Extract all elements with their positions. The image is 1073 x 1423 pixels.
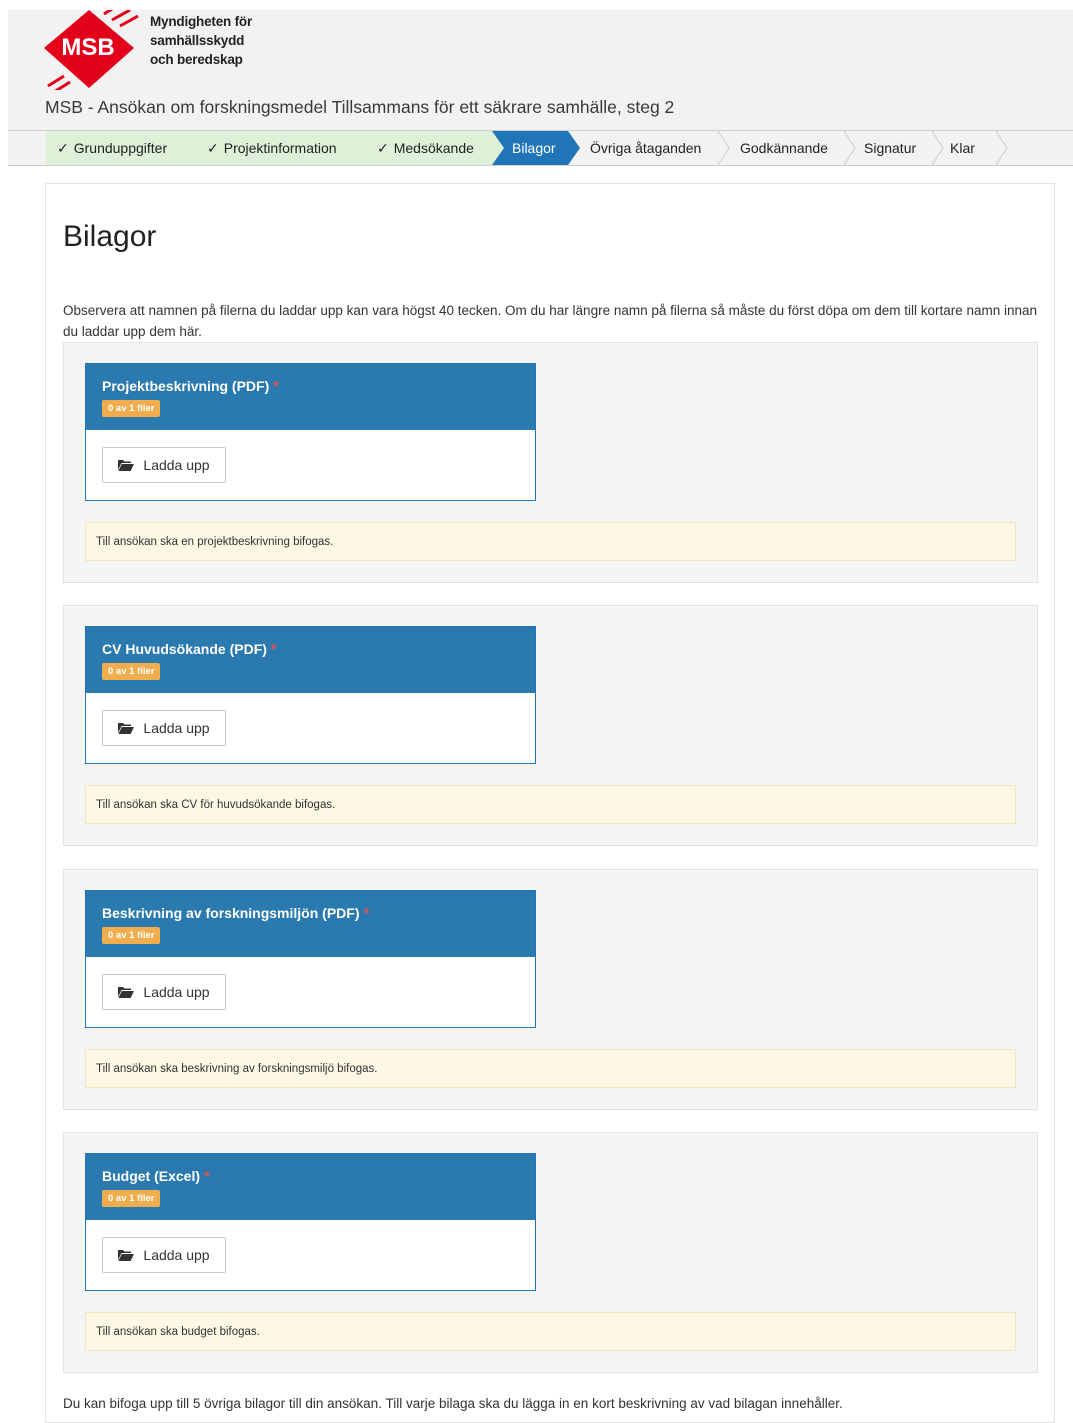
attachment-card-header: CV Huvudsökande (PDF) * 0 av 1 filer xyxy=(86,627,535,693)
step-godkannande[interactable]: Godkännande xyxy=(720,131,856,165)
attachment-section-budget: Budget (Excel) * 0 av 1 filer Ladda upp T… xyxy=(63,1132,1038,1373)
attachment-card-header: Budget (Excel) * 0 av 1 filer xyxy=(86,1154,535,1220)
upload-button-label: Ladda upp xyxy=(143,1247,210,1263)
upload-button[interactable]: Ladda upp xyxy=(102,1237,226,1273)
step-signatur[interactable]: Signatur xyxy=(846,131,944,165)
step-label: Grunduppgifter xyxy=(73,140,168,156)
check-icon: ✓ xyxy=(207,140,219,156)
attachment-section-cv-huvudsokande: CV Huvudsökande (PDF) * 0 av 1 filer Ladd… xyxy=(63,605,1038,846)
msb-logo: MSB xyxy=(44,10,139,90)
upload-button-label: Ladda upp xyxy=(143,457,210,473)
step-label: Signatur xyxy=(864,140,917,156)
agency-line: och beredskap xyxy=(150,52,243,67)
agency-line: Myndigheten för xyxy=(150,14,252,29)
required-asterisk: * xyxy=(270,641,277,658)
attachment-card-header: Beskrivning av forskningsmiljön (PDF) * 0… xyxy=(86,891,535,957)
attachment-title: Beskrivning av forskningsmiljön (PDF) * xyxy=(102,905,370,922)
attachment-card: Budget (Excel) * 0 av 1 filer Ladda upp xyxy=(85,1153,536,1291)
upload-button-label: Ladda upp xyxy=(143,720,210,736)
check-icon: ✓ xyxy=(377,140,389,156)
folder-open-icon xyxy=(118,987,135,998)
required-asterisk: * xyxy=(363,905,370,922)
file-count-badge: 0 av 1 filer xyxy=(102,927,161,944)
file-count-badge: 0 av 1 filer xyxy=(102,663,161,680)
file-count-badge: 0 av 1 filer xyxy=(102,1190,161,1207)
agency-line: samhällsskydd xyxy=(150,33,245,48)
folder-open-icon xyxy=(118,723,135,734)
step-label: Medsökande xyxy=(393,140,474,156)
attachment-card: Beskrivning av forskningsmiljön (PDF) * 0… xyxy=(85,890,536,1028)
attachment-note: Till ansökan ska budget bifogas. xyxy=(85,1312,1016,1351)
attachment-card: Projektbeskrivning (PDF) * 0 av 1 filer L… xyxy=(85,363,536,501)
attachment-title: Budget (Excel) * xyxy=(102,1168,210,1185)
required-asterisk: * xyxy=(204,1168,210,1185)
step-navigation: ✓ Grunduppgifter ✓ Projektinformation ✓ Med… xyxy=(8,130,1073,166)
step-label: Godkännande xyxy=(740,140,828,156)
attachment-title: CV Huvudsökande (PDF) * xyxy=(102,641,277,658)
attachment-section-projektbeskrivning: Projektbeskrivning (PDF) * 0 av 1 filer L… xyxy=(63,342,1038,583)
folder-open-icon xyxy=(118,1250,135,1261)
step-label: Projektinformation xyxy=(223,140,337,156)
step-label: Bilagor xyxy=(512,140,556,156)
folder-open-icon xyxy=(118,460,135,471)
filename-length-notice: Observera att namnen på filerna du ladda… xyxy=(63,303,1038,339)
agency-name: Myndigheten för samhällsskydd och bereds… xyxy=(150,12,252,69)
check-icon: ✓ xyxy=(57,140,69,156)
upload-button[interactable]: Ladda upp xyxy=(102,710,226,746)
step-medsokande[interactable]: ✓ Medsökande xyxy=(362,131,504,165)
attachment-card: CV Huvudsökande (PDF) * 0 av 1 filer Ladd… xyxy=(85,626,536,764)
attachment-note: Till ansökan ska beskrivning av forsknin… xyxy=(85,1049,1016,1088)
step-label: Klar xyxy=(950,140,975,156)
attachment-note: Till ansökan ska CV för huvudsökande bif… xyxy=(85,785,1016,824)
step-label: Övriga åtaganden xyxy=(590,140,702,156)
logo-text: MSB xyxy=(61,34,114,61)
file-count-badge: 0 av 1 filer xyxy=(102,400,161,417)
step-projektinformation[interactable]: ✓ Projektinformation xyxy=(192,131,374,165)
upload-button[interactable]: Ladda upp xyxy=(102,447,226,483)
upload-button[interactable]: Ladda upp xyxy=(102,974,226,1010)
step-ovriga-ataganden[interactable]: Övriga åtaganden xyxy=(568,131,730,165)
attachment-card-header: Projektbeskrivning (PDF) * 0 av 1 filer xyxy=(86,364,535,430)
step-grunduppgifter[interactable]: ✓ Grunduppgifter xyxy=(46,131,204,165)
attachment-note: Till ansökan ska en projektbeskrivning b… xyxy=(85,522,1016,561)
upload-button-label: Ladda upp xyxy=(143,984,210,1000)
page-title: Bilagor xyxy=(63,220,157,253)
required-asterisk: * xyxy=(273,378,280,395)
application-title: MSB - Ansökan om forskningsmedel Tillsam… xyxy=(45,97,675,117)
other-attachments-info: Du kan bifoga upp till 5 övriga bilagor … xyxy=(63,1396,843,1411)
attachment-section-forskningsmiljo: Beskrivning av forskningsmiljön (PDF) * 0… xyxy=(63,869,1038,1110)
attachment-title: Projektbeskrivning (PDF) * xyxy=(102,378,280,395)
